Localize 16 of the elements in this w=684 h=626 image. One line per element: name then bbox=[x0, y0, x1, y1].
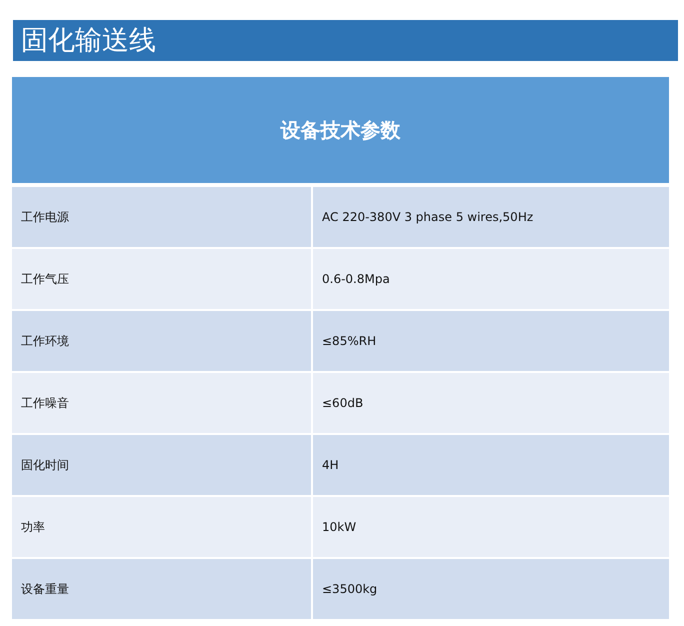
table-cell-text: ≤85%RH bbox=[321, 333, 376, 350]
page-title: 固化输送线 bbox=[21, 27, 156, 54]
table-cell-text: 10kW bbox=[321, 519, 356, 536]
table-cell-text: 0.6-0.8Mpa bbox=[321, 271, 390, 288]
table-cell: 工作电源 bbox=[12, 187, 313, 247]
table-cell: 功率 bbox=[12, 497, 313, 557]
table-title: 设备技术参数 bbox=[280, 116, 400, 144]
table-cell: 工作环境 bbox=[12, 311, 313, 371]
table-cell: 设备重量 bbox=[12, 559, 313, 619]
table-cell: 固化时间 bbox=[12, 435, 313, 495]
table-cell: 工作噪音 bbox=[12, 373, 313, 433]
table-cell-text: ≤60dB bbox=[321, 395, 364, 412]
table-cell-text: AC 220-380V 3 phase 5 wires,50Hz bbox=[321, 209, 534, 226]
table-cell-text: ≤3500kg bbox=[321, 581, 378, 598]
table-cell-text: 4H bbox=[321, 457, 339, 474]
table-cell: 工作气压 bbox=[12, 249, 313, 309]
